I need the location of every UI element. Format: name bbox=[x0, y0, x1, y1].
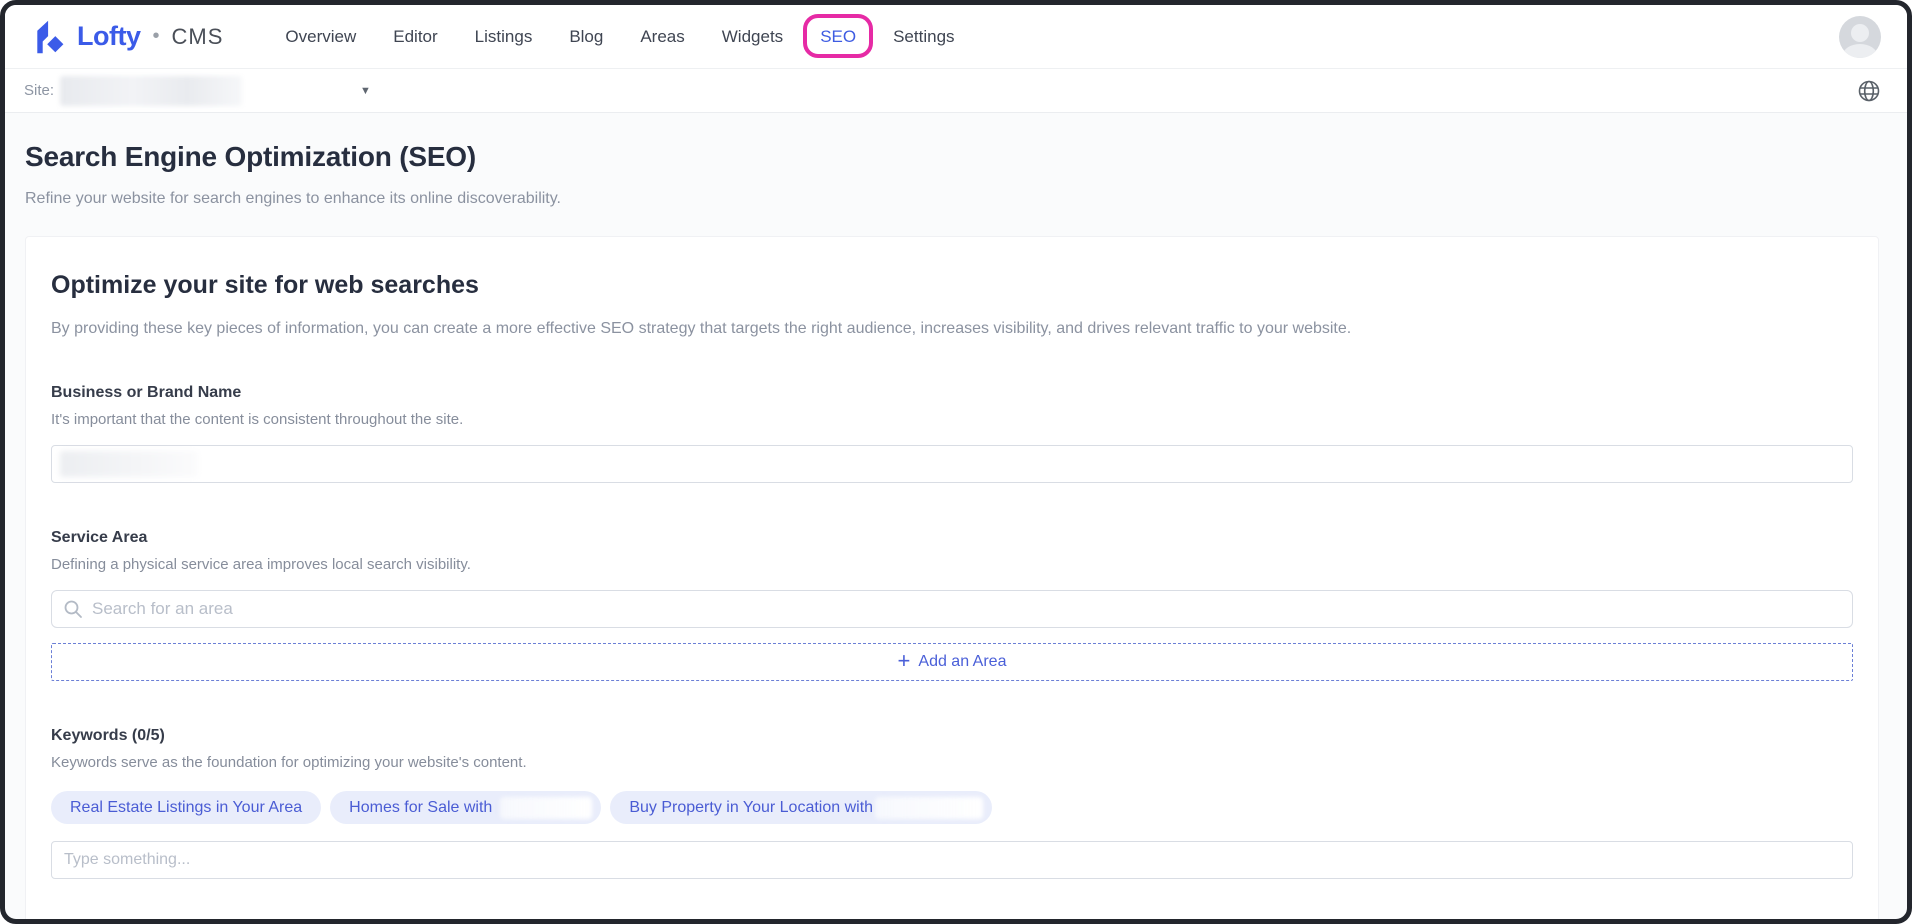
keyword-chips-row: Real Estate Listings in Your Area Homes … bbox=[51, 791, 1853, 824]
brand-logo[interactable]: Lofty • CMS bbox=[31, 19, 223, 55]
business-name-input[interactable] bbox=[51, 445, 1853, 483]
app-window: Lofty • CMS Overview Editor Listings Blo… bbox=[0, 0, 1912, 924]
card-description: By providing these key pieces of informa… bbox=[51, 320, 1853, 338]
keyword-chip-label: Buy Property in Your Location with bbox=[629, 799, 873, 817]
avatar-body-shape bbox=[1843, 44, 1877, 58]
nav-item-seo[interactable]: SEO bbox=[820, 27, 856, 46]
nav-items: Overview Editor Listings Blog Areas Widg… bbox=[285, 27, 954, 47]
lofty-logo-icon bbox=[31, 19, 67, 55]
area-search-input[interactable] bbox=[51, 590, 1853, 628]
nav-item-seo-wrapper: SEO bbox=[820, 27, 856, 47]
service-area-label: Service Area bbox=[51, 529, 1853, 547]
keyword-chip[interactable]: Buy Property in Your Location with bbox=[610, 791, 992, 824]
plus-icon: + bbox=[898, 650, 911, 672]
keywords-label: Keywords (0/5) bbox=[51, 727, 1853, 745]
add-area-button[interactable]: + Add an Area bbox=[51, 643, 1853, 681]
brand-name: Lofty bbox=[77, 21, 140, 52]
keywords-helper: Keywords serve as the foundation for opt… bbox=[51, 754, 1853, 771]
seo-settings-card: Optimize your site for web searches By p… bbox=[25, 236, 1879, 924]
nav-item-blog[interactable]: Blog bbox=[569, 27, 603, 47]
keyword-chip[interactable]: Real Estate Listings in Your Area bbox=[51, 791, 321, 824]
business-name-label: Business or Brand Name bbox=[51, 384, 1853, 402]
top-navigation: Lofty • CMS Overview Editor Listings Blo… bbox=[5, 5, 1907, 69]
nav-item-editor[interactable]: Editor bbox=[393, 27, 437, 47]
site-dropdown-caret-icon[interactable]: ▼ bbox=[360, 85, 371, 97]
avatar-head-shape bbox=[1851, 24, 1869, 42]
brand-product: CMS bbox=[172, 24, 224, 50]
nav-item-settings[interactable]: Settings bbox=[893, 27, 954, 47]
card-heading: Optimize your site for web searches bbox=[51, 271, 1853, 300]
brand-separator: • bbox=[152, 25, 159, 48]
keyword-chip[interactable]: Homes for Sale with bbox=[330, 791, 601, 824]
nav-item-widgets[interactable]: Widgets bbox=[722, 27, 783, 47]
nav-item-areas[interactable]: Areas bbox=[640, 27, 684, 47]
nav-item-listings[interactable]: Listings bbox=[475, 27, 533, 47]
keyword-chip-redacted bbox=[875, 797, 983, 819]
keyword-input[interactable] bbox=[51, 841, 1853, 879]
site-label: Site: bbox=[24, 82, 54, 99]
keyword-chip-redacted bbox=[500, 797, 592, 819]
language-globe-icon[interactable] bbox=[1857, 79, 1881, 103]
page-title: Search Engine Optimization (SEO) bbox=[25, 141, 1877, 173]
keyword-chip-label: Real Estate Listings in Your Area bbox=[70, 799, 302, 817]
keyword-chip-label: Homes for Sale with bbox=[349, 799, 492, 817]
page-subtitle: Refine your website for search engines t… bbox=[25, 190, 1877, 208]
business-name-helper: It's important that the content is consi… bbox=[51, 411, 1853, 428]
site-name-redacted[interactable] bbox=[60, 76, 242, 106]
main-content: Search Engine Optimization (SEO) Refine … bbox=[5, 113, 1907, 924]
user-avatar[interactable] bbox=[1839, 16, 1881, 58]
site-selector-bar: Site: ▼ bbox=[5, 69, 1907, 113]
business-name-value-redacted bbox=[60, 451, 198, 477]
service-area-helper: Defining a physical service area improve… bbox=[51, 556, 1853, 573]
add-area-label: Add an Area bbox=[918, 653, 1006, 671]
area-search-wrapper bbox=[51, 590, 1853, 628]
search-icon bbox=[63, 599, 83, 619]
nav-item-overview[interactable]: Overview bbox=[285, 27, 356, 47]
